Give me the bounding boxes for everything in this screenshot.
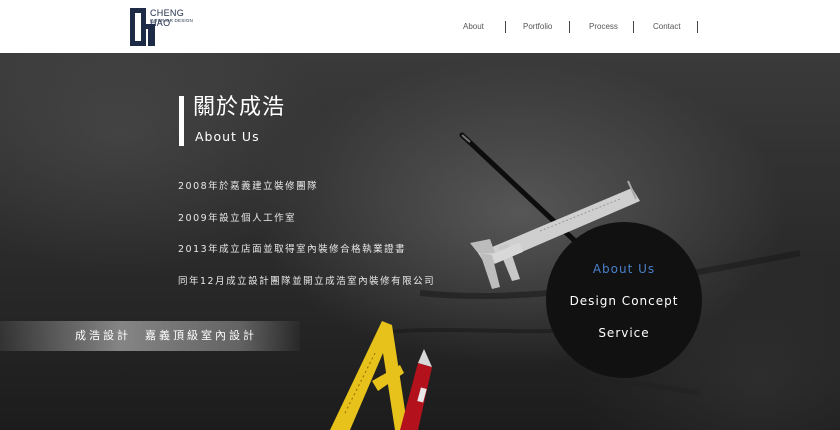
nav-separator: [697, 21, 698, 33]
history-item: 2009年設立個人工作室: [178, 213, 297, 224]
nav-portfolio[interactable]: Portfolio: [523, 20, 552, 34]
nav-process[interactable]: Process: [589, 20, 618, 34]
menu-item-design-concept[interactable]: Design Concept: [546, 293, 702, 309]
logo[interactable]: CHENG HAO INTERIOR DESIGN: [130, 8, 200, 46]
menu-item-about-us[interactable]: About Us: [546, 261, 702, 277]
title-accent-bar: [179, 96, 184, 146]
page-subtitle: About Us: [195, 129, 260, 144]
history-item: 2013年成立店面並取得室內裝修合格執業證書: [178, 244, 407, 255]
history-item: 同年12月成立設計團隊並開立成浩室內裝修有限公司: [178, 276, 436, 287]
main-nav: About Portfolio Process Contact: [440, 20, 730, 34]
page-title: 關於成浩: [193, 95, 286, 120]
nav-separator: [505, 21, 506, 33]
history-item: 2008年於嘉義建立裝修團隊: [178, 181, 319, 192]
about-hero: 關於成浩 About Us 2008年於嘉義建立裝修團隊 2009年設立個人工作…: [0, 53, 840, 430]
nav-separator: [569, 21, 570, 33]
marker-icon: [400, 349, 432, 430]
nav-about[interactable]: About: [463, 20, 484, 34]
site-header: CHENG HAO INTERIOR DESIGN About Portfoli…: [0, 0, 840, 53]
background-illustration: [299, 132, 801, 430]
logo-subtitle: INTERIOR DESIGN: [150, 18, 194, 23]
slogan-text: 成浩設計 嘉義頂級室內設計: [75, 329, 257, 342]
menu-item-service[interactable]: Service: [546, 325, 702, 341]
nav-separator: [633, 21, 634, 33]
section-menu: About Us Design Concept Service: [546, 222, 702, 378]
nav-contact[interactable]: Contact: [653, 20, 681, 34]
